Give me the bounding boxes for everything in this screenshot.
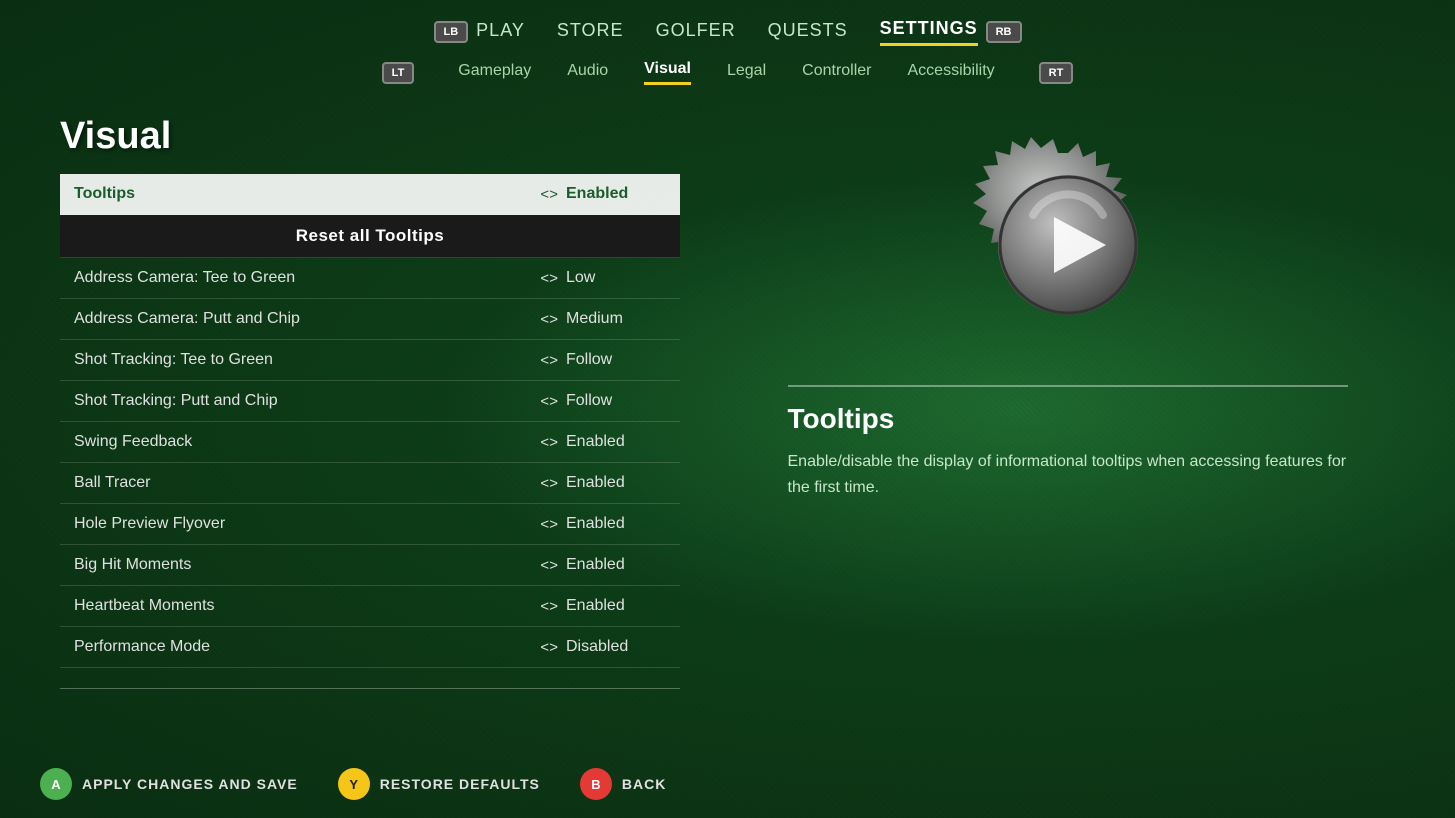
rb-button[interactable]: RB bbox=[986, 21, 1022, 43]
info-title: Tooltips bbox=[788, 403, 1348, 435]
row-arrows-shot-putt[interactable]: < > bbox=[540, 393, 556, 410]
row-value-heartbeat: Enabled bbox=[566, 597, 666, 615]
right-panel: Tooltips Enable/disable the display of i… bbox=[720, 115, 1415, 699]
settings-table: Tooltips < > Enabled Reset all Tooltips … bbox=[60, 174, 680, 668]
info-description: Enable/disable the display of informatio… bbox=[788, 449, 1348, 500]
row-value-big-hit: Enabled bbox=[566, 556, 666, 574]
settings-icon bbox=[958, 135, 1178, 355]
row-hole-preview[interactable]: Hole Preview Flyover < > Enabled bbox=[60, 504, 680, 545]
row-label-address-tee: Address Camera: Tee to Green bbox=[74, 269, 530, 287]
subnav-visual[interactable]: Visual bbox=[644, 60, 691, 85]
row-arrows-tooltips[interactable]: < > bbox=[540, 186, 556, 203]
row-value-hole-preview: Enabled bbox=[566, 515, 666, 533]
reset-label: Reset all Tooltips bbox=[296, 226, 445, 246]
row-arrows-address-tee[interactable]: < > bbox=[540, 270, 556, 287]
row-arrows-ball-tracer[interactable]: < > bbox=[540, 475, 556, 492]
row-performance[interactable]: Performance Mode < > Disabled bbox=[60, 627, 680, 668]
action-apply[interactable]: A APPLY CHANGES AND SAVE bbox=[40, 768, 298, 800]
lb-button[interactable]: LB bbox=[434, 21, 469, 43]
row-label-ball-tracer: Ball Tracer bbox=[74, 474, 530, 492]
row-label-performance: Performance Mode bbox=[74, 638, 530, 656]
row-big-hit[interactable]: Big Hit Moments < > Enabled bbox=[60, 545, 680, 586]
apply-label: APPLY CHANGES AND SAVE bbox=[82, 776, 298, 792]
main-layout: Visual Tooltips < > Enabled Reset all To… bbox=[0, 95, 1455, 699]
restore-label: RESTORE DEFAULTS bbox=[380, 776, 540, 792]
action-restore[interactable]: Y RESTORE DEFAULTS bbox=[338, 768, 540, 800]
row-arrows-big-hit[interactable]: < > bbox=[540, 557, 556, 574]
subnav-audio[interactable]: Audio bbox=[567, 62, 608, 84]
row-value-ball-tracer: Enabled bbox=[566, 474, 666, 492]
row-value-tooltips: Enabled bbox=[566, 185, 666, 203]
nav-item-store[interactable]: STORE bbox=[557, 20, 624, 45]
y-button-icon: Y bbox=[338, 768, 370, 800]
row-value-address-putt: Medium bbox=[566, 310, 666, 328]
bottom-divider bbox=[60, 688, 680, 689]
subnav-controller[interactable]: Controller bbox=[802, 62, 871, 84]
row-label-shot-tee: Shot Tracking: Tee to Green bbox=[74, 351, 530, 369]
row-reset[interactable]: Reset all Tooltips bbox=[60, 215, 680, 258]
row-label-shot-putt: Shot Tracking: Putt and Chip bbox=[74, 392, 530, 410]
top-nav: LB PLAY STORE GOLFER QUESTS SETTINGS RB bbox=[0, 0, 1455, 46]
row-label-hole-preview: Hole Preview Flyover bbox=[74, 515, 530, 533]
row-tooltips[interactable]: Tooltips < > Enabled bbox=[60, 174, 680, 215]
a-button-icon: A bbox=[40, 768, 72, 800]
row-value-address-tee: Low bbox=[566, 269, 666, 287]
nav-item-golfer[interactable]: GOLFER bbox=[656, 20, 736, 45]
row-arrows-swing[interactable]: < > bbox=[540, 434, 556, 451]
bottom-bar: A APPLY CHANGES AND SAVE Y RESTORE DEFAU… bbox=[0, 750, 1455, 818]
rt-button[interactable]: RT bbox=[1039, 62, 1074, 84]
b-button-icon: B bbox=[580, 768, 612, 800]
nav-item-play[interactable]: PLAY bbox=[476, 20, 525, 45]
row-label-tooltips: Tooltips bbox=[74, 185, 530, 203]
row-value-shot-tee: Follow bbox=[566, 351, 666, 369]
row-arrows-shot-tee[interactable]: < > bbox=[540, 352, 556, 369]
nav-item-quests[interactable]: QUESTS bbox=[768, 20, 848, 45]
page-title: Visual bbox=[60, 115, 680, 158]
subnav-gameplay[interactable]: Gameplay bbox=[458, 62, 531, 84]
row-arrows-heartbeat[interactable]: < > bbox=[540, 598, 556, 615]
row-arrows-address-putt[interactable]: < > bbox=[540, 311, 556, 328]
row-label-big-hit: Big Hit Moments bbox=[74, 556, 530, 574]
row-value-performance: Disabled bbox=[566, 638, 666, 656]
row-shot-tracking-putt[interactable]: Shot Tracking: Putt and Chip < > Follow bbox=[60, 381, 680, 422]
row-shot-tracking-tee[interactable]: Shot Tracking: Tee to Green < > Follow bbox=[60, 340, 680, 381]
nav-item-settings[interactable]: SETTINGS bbox=[880, 18, 978, 46]
row-ball-tracer[interactable]: Ball Tracer < > Enabled bbox=[60, 463, 680, 504]
subnav-accessibility[interactable]: Accessibility bbox=[908, 62, 995, 84]
row-heartbeat[interactable]: Heartbeat Moments < > Enabled bbox=[60, 586, 680, 627]
row-arrows-hole-preview[interactable]: < > bbox=[540, 516, 556, 533]
nav-items: PLAY STORE GOLFER QUESTS SETTINGS bbox=[476, 18, 977, 46]
row-value-shot-putt: Follow bbox=[566, 392, 666, 410]
back-label: BACK bbox=[622, 776, 666, 792]
row-address-camera-tee[interactable]: Address Camera: Tee to Green < > Low bbox=[60, 258, 680, 299]
action-back[interactable]: B BACK bbox=[580, 768, 666, 800]
row-arrows-performance[interactable]: < > bbox=[540, 639, 556, 656]
row-label-heartbeat: Heartbeat Moments bbox=[74, 597, 530, 615]
row-label-swing: Swing Feedback bbox=[74, 433, 530, 451]
row-value-swing: Enabled bbox=[566, 433, 666, 451]
info-panel: Tooltips Enable/disable the display of i… bbox=[788, 385, 1348, 500]
row-address-camera-putt[interactable]: Address Camera: Putt and Chip < > Medium bbox=[60, 299, 680, 340]
sub-nav: LT Gameplay Audio Visual Legal Controlle… bbox=[0, 46, 1455, 85]
subnav-legal[interactable]: Legal bbox=[727, 62, 766, 84]
row-swing-feedback[interactable]: Swing Feedback < > Enabled bbox=[60, 422, 680, 463]
lt-button[interactable]: LT bbox=[382, 62, 415, 84]
left-panel: Visual Tooltips < > Enabled Reset all To… bbox=[60, 115, 680, 699]
row-label-address-putt: Address Camera: Putt and Chip bbox=[74, 310, 530, 328]
